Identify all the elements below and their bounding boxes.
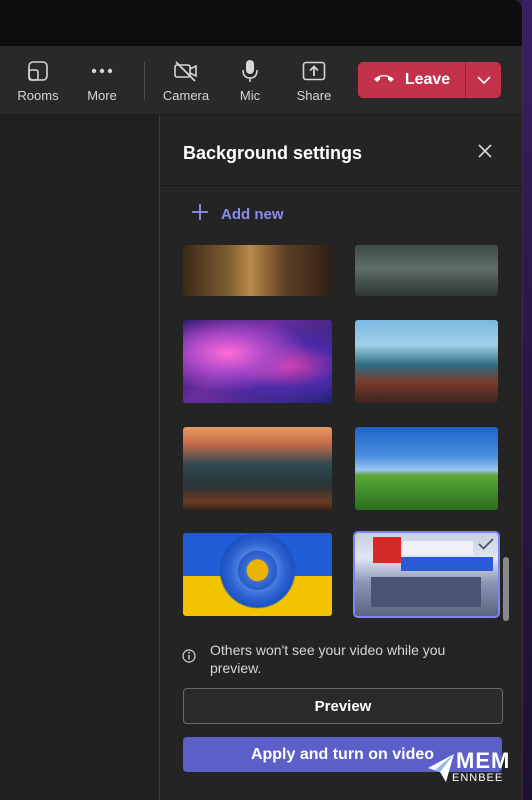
leave-options-button[interactable] [466, 62, 501, 98]
leave-button-group: Leave [358, 62, 501, 98]
panel-divider [160, 185, 522, 186]
add-new-label: Add new [221, 205, 284, 223]
share-button[interactable]: Share [284, 46, 344, 114]
background-thumbnail[interactable] [355, 427, 498, 510]
mic-icon [241, 58, 259, 84]
more-button[interactable]: More [72, 46, 132, 114]
preview-info: Others won't see your video while you pr… [182, 641, 482, 677]
info-icon [182, 649, 196, 677]
background-settings-panel: Background settings Add new Others won't… [159, 115, 522, 800]
meeting-toolbar: Rooms More Camera Mic Share Leave [0, 46, 522, 115]
share-icon [302, 58, 326, 84]
more-label: More [87, 87, 117, 103]
camera-button[interactable]: Camera [156, 46, 216, 114]
background-thumbnail[interactable] [183, 427, 332, 510]
thumbnail-detail [403, 541, 473, 555]
close-button[interactable] [473, 141, 497, 165]
add-new-button[interactable]: Add new [191, 203, 284, 225]
camera-label: Camera [162, 87, 210, 103]
rooms-label: Rooms [17, 87, 59, 103]
share-label: Share [296, 87, 332, 103]
phone-hangup-icon [373, 71, 395, 89]
rooms-icon [27, 58, 49, 84]
checkmark-icon [478, 537, 494, 555]
title-bar [0, 0, 522, 46]
chevron-down-icon [476, 71, 491, 89]
rooms-button[interactable]: Rooms [8, 46, 68, 114]
preview-button[interactable]: Preview [183, 688, 503, 724]
background-thumbnail[interactable] [355, 245, 498, 296]
leave-label: Leave [404, 71, 451, 88]
thumbnail-detail [373, 537, 401, 563]
background-thumbnail[interactable] [183, 245, 332, 296]
meeting-window: Rooms More Camera Mic Share Leave Backgr… [0, 0, 523, 800]
mic-button[interactable]: Mic [220, 46, 280, 114]
watermark-logo: MEM ENNBEE [426, 748, 524, 790]
leave-button[interactable]: Leave [358, 62, 465, 98]
watermark-line2: ENNBEE [452, 772, 504, 784]
meeting-stage [0, 115, 158, 800]
watermark-line1: MEM [456, 748, 511, 773]
panel-title: Background settings [183, 143, 363, 163]
background-thumbnail-selected[interactable] [353, 531, 500, 618]
background-thumbnail[interactable] [183, 320, 332, 403]
window-edge [522, 0, 532, 800]
thumbnail-detail [401, 557, 493, 571]
plus-icon [191, 203, 209, 225]
thumbnail-detail [371, 577, 481, 607]
more-icon [91, 58, 113, 84]
camera-off-icon [173, 58, 199, 84]
info-text: Others won't see your video while you pr… [210, 642, 446, 676]
mic-label: Mic [239, 87, 261, 103]
background-thumbnail[interactable] [183, 533, 332, 616]
background-thumbnail[interactable] [355, 320, 498, 403]
close-icon [477, 143, 493, 164]
toolbar-divider [144, 62, 145, 100]
scrollbar-thumb[interactable] [503, 557, 509, 621]
